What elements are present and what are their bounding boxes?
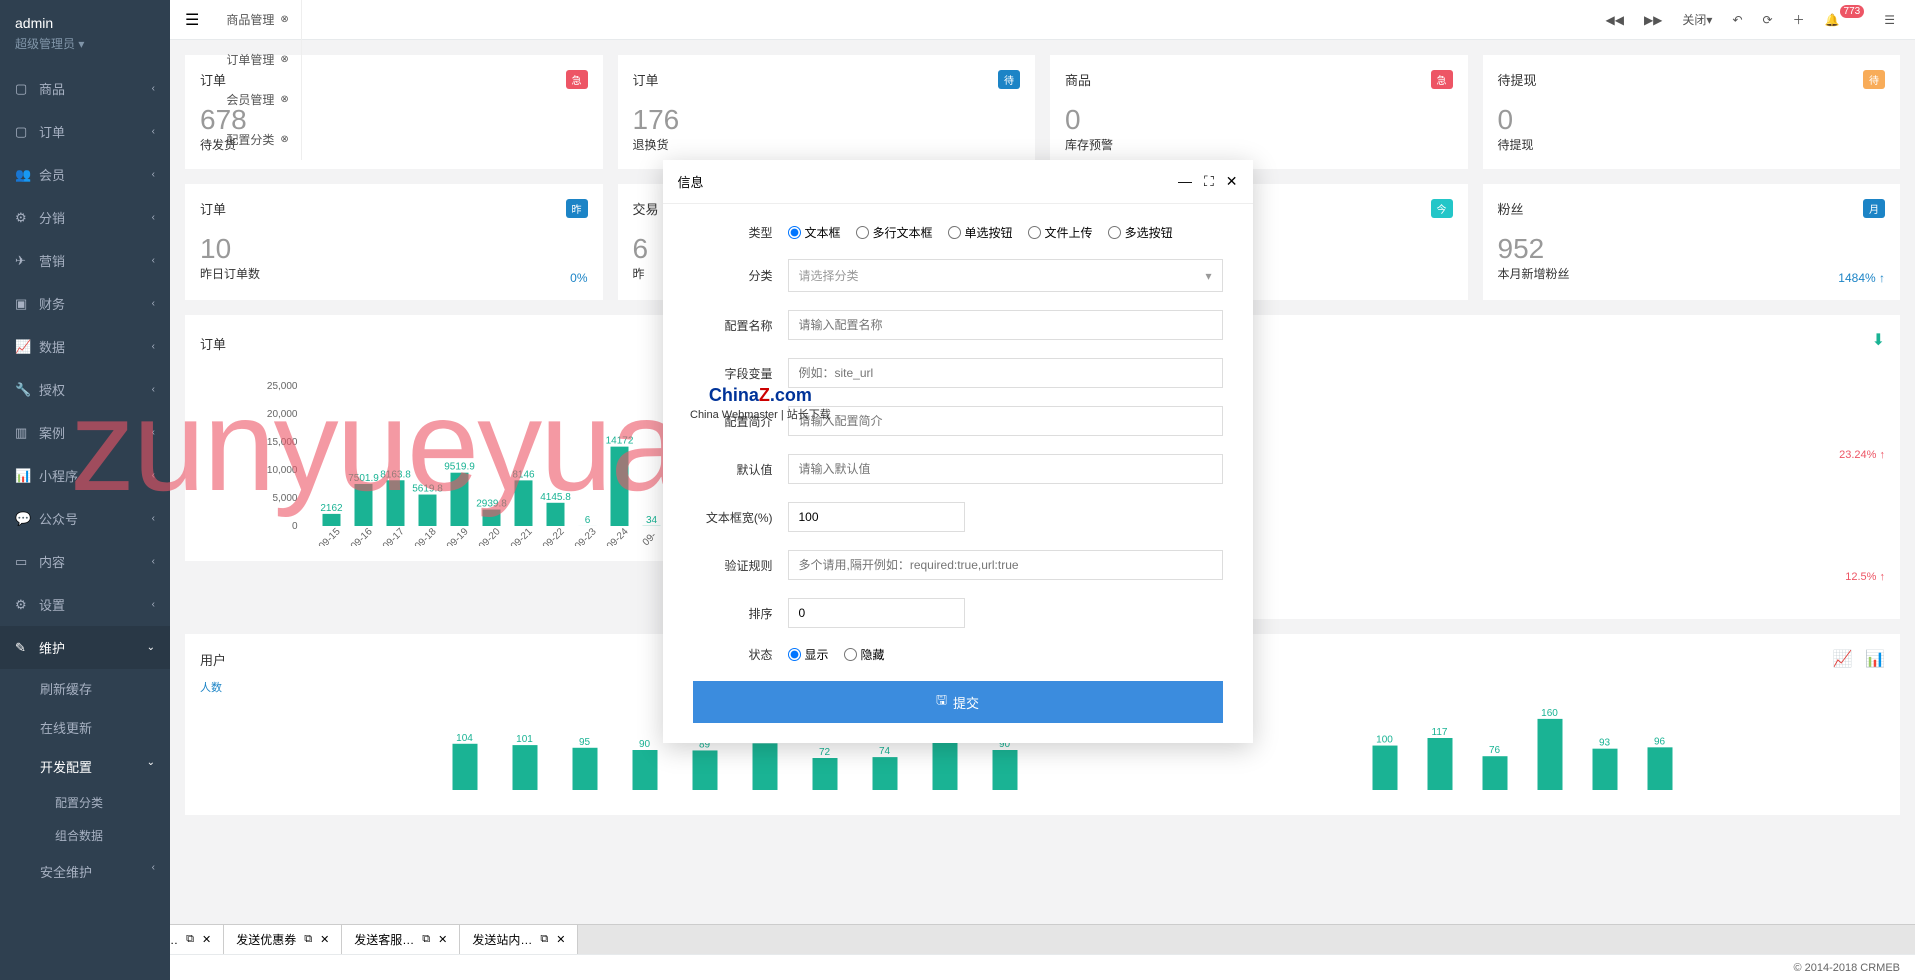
category-select[interactable]: 请选择分类▾ (788, 259, 1223, 292)
name-input[interactable] (788, 310, 1223, 340)
save-icon: 🖫 (936, 691, 947, 713)
submit-button[interactable]: 🖫 提交 (693, 681, 1223, 723)
close-icon[interactable]: ✕ (1226, 173, 1238, 190)
field-label: 字段变量 (693, 365, 773, 382)
rule-input[interactable] (788, 550, 1223, 580)
default-input[interactable] (788, 454, 1223, 484)
type-radio-4[interactable]: 多选按钮 (1108, 224, 1173, 241)
maximize-icon[interactable]: ⛶ (1204, 173, 1214, 190)
type-label: 类型 (693, 224, 773, 241)
name-label: 配置名称 (693, 317, 773, 334)
minimize-icon[interactable]: — (1178, 173, 1192, 190)
modal-overlay: 信息 — ⛶ ✕ 类型 文本框 多行文本框 单选按钮 文件上传 多选按钮 分类 … (0, 0, 1915, 980)
category-label: 分类 (693, 267, 773, 284)
type-radio-1[interactable]: 多行文本框 (856, 224, 933, 241)
chevron-down-icon: ▾ (1205, 269, 1211, 283)
width-label: 文本框宽(%) (693, 509, 773, 526)
type-radio-2[interactable]: 单选按钮 (948, 224, 1013, 241)
info-modal: 信息 — ⛶ ✕ 类型 文本框 多行文本框 单选按钮 文件上传 多选按钮 分类 … (663, 160, 1253, 743)
type-radio-0[interactable]: 文本框 (788, 224, 841, 241)
modal-title: 信息 (678, 172, 704, 191)
width-input[interactable] (788, 502, 965, 532)
desc-input[interactable] (788, 406, 1223, 436)
desc-label: 配置简介 (693, 413, 773, 430)
sort-label: 排序 (693, 605, 773, 622)
status-show-radio[interactable]: 显示 (788, 646, 829, 663)
default-label: 默认值 (693, 461, 773, 478)
rule-label: 验证规则 (693, 557, 773, 574)
type-radio-3[interactable]: 文件上传 (1028, 224, 1093, 241)
status-label: 状态 (693, 646, 773, 663)
status-hide-radio[interactable]: 隐藏 (844, 646, 885, 663)
sort-input[interactable] (788, 598, 965, 628)
field-input[interactable] (788, 358, 1223, 388)
